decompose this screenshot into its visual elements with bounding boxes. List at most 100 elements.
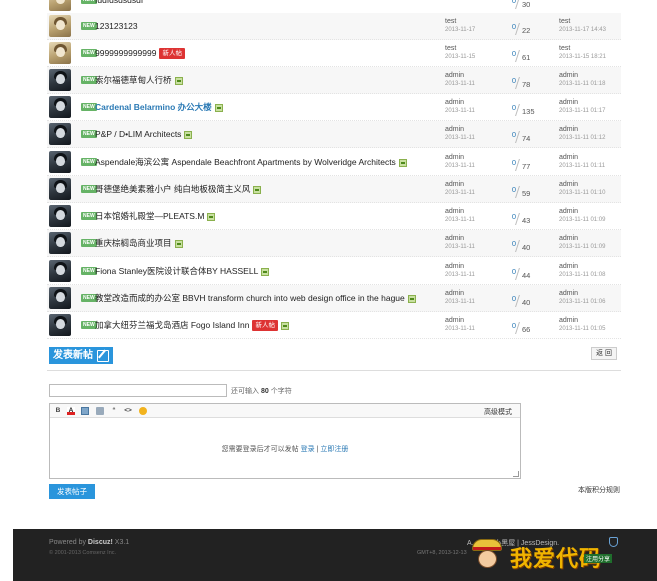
author-name[interactable]: admin — [445, 316, 475, 325]
thread-row[interactable]: NEW 加拿大纽芬兰福戈岛酒店 Fogo Island Inn 新人帖 admin 20… — [47, 312, 621, 340]
author-name[interactable]: admin — [445, 234, 475, 243]
reply-count[interactable]: 0 — [502, 212, 516, 221]
last-post-user[interactable]: admin — [559, 98, 605, 107]
thread-title-link[interactable]: P&P / D•LIM Architects — [95, 129, 181, 139]
author-name[interactable]: admin — [445, 71, 475, 80]
thread-title-link[interactable]: Cardenal Belarmino 办公大楼 — [95, 102, 212, 112]
avatar[interactable] — [49, 260, 71, 282]
thread-title-link[interactable]: 哥德堡绝美素雅小户 纯白地板极简主义风 — [95, 184, 250, 194]
avatar[interactable] — [49, 96, 71, 118]
author-name[interactable]: test — [445, 44, 475, 53]
last-post-date[interactable]: 2013-11-11 01:09 — [559, 216, 605, 225]
reply-count[interactable]: 0 — [502, 130, 516, 139]
author-name[interactable]: admin — [445, 207, 475, 216]
resize-handle[interactable] — [513, 471, 519, 477]
last-post-date[interactable]: 2013-11-11 01:09 — [559, 243, 605, 252]
avatar[interactable] — [49, 0, 71, 11]
last-post-user[interactable]: admin — [559, 153, 605, 162]
thread-title-link[interactable]: 123123123 — [95, 21, 138, 31]
thread-title-link[interactable]: 教堂改造而成的办公室 BBVH transform church into we… — [95, 293, 405, 303]
thread-title-link[interactable]: 索尔福德草甸人行桥 — [95, 75, 172, 85]
thread-title-link[interactable]: Fiona Stanley医院设计联合体BY HASSELL — [95, 266, 258, 276]
login-link[interactable]: 登录 — [301, 446, 315, 453]
thread-row[interactable]: NEW P&P / D•LIM Architects admin 2013-11-11… — [47, 121, 621, 149]
author-name[interactable]: admin — [445, 98, 475, 107]
avatar[interactable] — [49, 15, 71, 37]
reply-count[interactable]: 0 — [502, 103, 516, 112]
avatar[interactable] — [49, 287, 71, 309]
last-post-date[interactable]: 2013-11-11 01:05 — [559, 325, 605, 334]
reply-count[interactable]: 0 — [502, 321, 516, 330]
reply-count[interactable]: 0 — [502, 239, 516, 248]
thread-row[interactable]: NEW Cardenal Belarmino 办公大楼 admin 2013-11-1… — [47, 94, 621, 122]
brand-link[interactable]: Discuz! — [88, 539, 113, 546]
author-name[interactable]: admin — [445, 262, 475, 271]
avatar[interactable] — [49, 151, 71, 173]
thread-row[interactable]: NEW Fiona Stanley医院设计联合体BY HASSELL admin 20… — [47, 258, 621, 286]
thread-row[interactable]: NEW 重庆棕榈岛商业项目 admin 2013-11-11 0 40 admin 2013-… — [47, 230, 621, 258]
reply-count[interactable]: 0 — [502, 267, 516, 276]
last-post-date[interactable]: 2013-11-11 01:12 — [559, 134, 605, 143]
avatar[interactable] — [49, 42, 71, 64]
last-post-user[interactable]: admin — [559, 262, 605, 271]
register-link[interactable]: 立即注册 — [320, 446, 348, 453]
thread-row[interactable]: NEW 索尔福德草甸人行桥 admin 2013-11-11 0 78 admin 2013-… — [47, 67, 621, 95]
author-name[interactable]: admin — [445, 180, 475, 189]
thread-row[interactable]: NEW 日本馆婚礼殿堂—PLEATS.M admin 2013-11-11 0 43 adm… — [47, 203, 621, 231]
last-post-user[interactable]: admin — [559, 207, 605, 216]
post-editor[interactable]: B A “ <> 高级模式 您需要登录后才可以发帖 登录 | 立即注册 — [49, 403, 521, 479]
author-name[interactable]: admin — [445, 289, 475, 298]
avatar[interactable] — [49, 69, 71, 91]
link-icon[interactable] — [96, 407, 104, 415]
back-button[interactable]: 返 回 — [591, 347, 617, 360]
new-post-button[interactable]: 发表新帖 — [49, 347, 113, 364]
thread-row[interactable]: NEW 123123123 test 2013-11-17 0 22 test 2013-11… — [47, 13, 621, 41]
thread-title-link[interactable]: 加拿大纽芬兰福戈岛酒店 Fogo Island Inn — [95, 320, 249, 330]
thread-title-link[interactable]: fddfdsdsdsdf — [95, 0, 143, 5]
last-post-user[interactable]: admin — [559, 180, 605, 189]
avatar[interactable] — [49, 232, 71, 254]
thread-row[interactable]: NEW Aspendale海滨公寓 Aspendale Beachfront Ap… — [47, 149, 621, 177]
last-post-date[interactable]: 2013-11-11 01:06 — [559, 298, 605, 307]
thread-title-link[interactable]: 重庆棕榈岛商业项目 — [95, 238, 172, 248]
last-post-user[interactable]: admin — [559, 289, 605, 298]
avatar[interactable] — [49, 314, 71, 336]
last-post-date[interactable]: 2013-11-11 01:11 — [559, 162, 605, 171]
last-post-user[interactable]: admin — [559, 234, 605, 243]
reply-count[interactable]: 0 — [502, 0, 516, 5]
last-post-date[interactable]: 2013-11-15 18:21 — [559, 53, 606, 62]
author-name[interactable]: test — [445, 17, 475, 26]
thread-title-link[interactable]: 日本馆婚礼殿堂—PLEATS.M — [95, 211, 204, 221]
last-post-user[interactable]: admin — [559, 71, 605, 80]
subject-input[interactable] — [49, 384, 227, 397]
thread-row[interactable]: NEW 9999999999999 新人帖 test 2013-11-15 0 61 test… — [47, 40, 621, 68]
last-post-date[interactable]: 2013-11-11 01:18 — [559, 80, 605, 89]
emoji-icon[interactable] — [139, 407, 147, 415]
image-icon[interactable] — [81, 407, 89, 415]
last-post-date[interactable]: 2013-11-11 01:10 — [559, 189, 605, 198]
advanced-mode-link[interactable]: 高级模式 — [484, 407, 512, 417]
last-post-user[interactable]: admin — [559, 316, 605, 325]
reply-count[interactable]: 0 — [502, 185, 516, 194]
submit-post-button[interactable]: 发表帖子 — [49, 484, 95, 499]
reply-count[interactable]: 0 — [502, 158, 516, 167]
author-name[interactable]: admin — [445, 125, 475, 134]
bold-icon[interactable]: B — [54, 407, 62, 415]
thread-title-link[interactable]: Aspendale海滨公寓 Aspendale Beachfront Apart… — [95, 157, 396, 167]
thread-row[interactable]: NEW 教堂改造而成的办公室 BBVH transform church into… — [47, 285, 621, 313]
last-post-date[interactable]: 2013-11-11 01:08 — [559, 271, 605, 280]
thread-title-link[interactable]: 9999999999999 — [95, 48, 156, 58]
reply-count[interactable]: 0 — [502, 294, 516, 303]
avatar[interactable] — [49, 178, 71, 200]
last-post-user[interactable]: test — [559, 44, 606, 53]
code-icon[interactable]: <> — [124, 407, 132, 415]
rules-link[interactable]: 本版积分规则 — [578, 485, 620, 495]
avatar[interactable] — [49, 123, 71, 145]
reply-count[interactable]: 0 — [502, 49, 516, 58]
last-post-user[interactable]: admin — [559, 125, 605, 134]
reply-count[interactable]: 0 — [502, 22, 516, 31]
thread-row[interactable]: NEW 哥德堡绝美素雅小户 纯白地板极简主义风 admin 2013-11-11 0 59… — [47, 176, 621, 204]
last-post-date[interactable]: 2013-11-17 14:43 — [559, 26, 606, 35]
author-name[interactable]: admin — [445, 153, 475, 162]
reply-count[interactable]: 0 — [502, 76, 516, 85]
